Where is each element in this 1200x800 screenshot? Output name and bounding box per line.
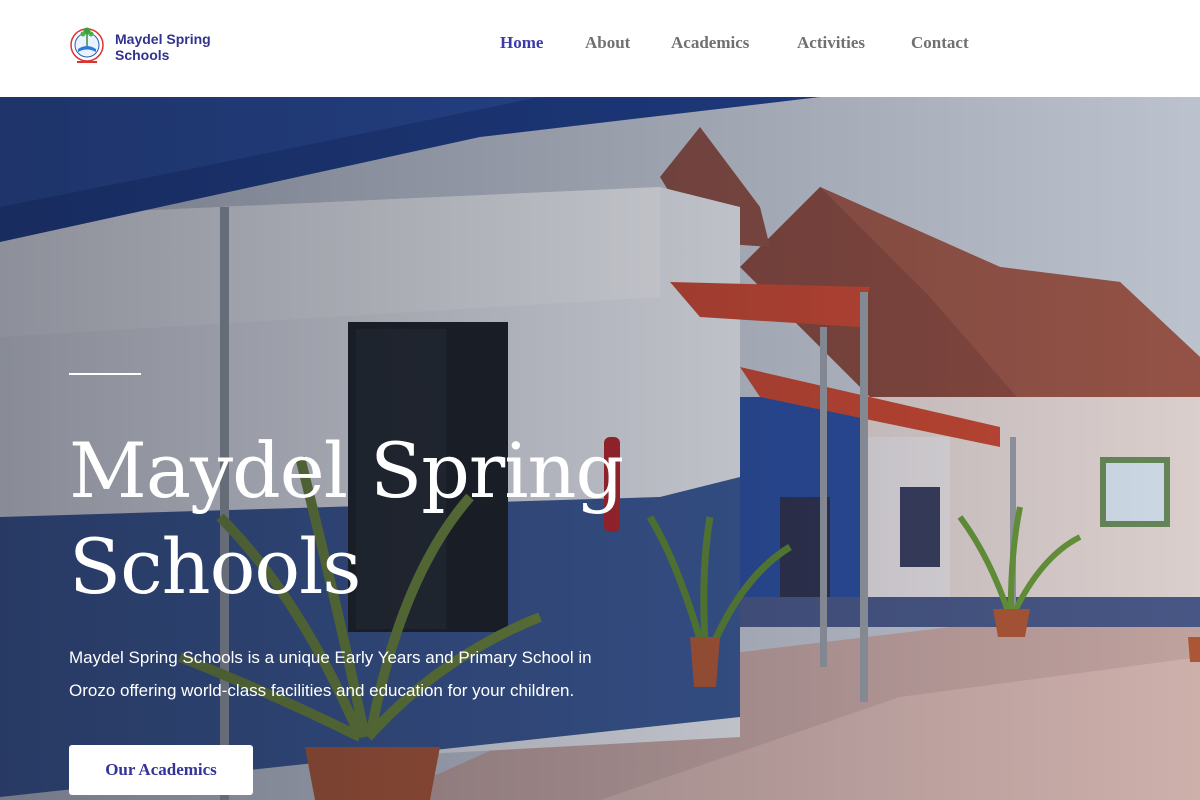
hero-title: Maydel Spring Schools	[69, 426, 624, 611]
nav-about[interactable]: About	[585, 33, 630, 53]
our-academics-button[interactable]: Our Academics	[69, 745, 253, 795]
nav-activities[interactable]: Activities	[797, 33, 865, 53]
nav-home[interactable]: Home	[500, 33, 543, 53]
main-nav: Home About Academics Activities Contact	[0, 33, 1200, 57]
hero-description: Maydel Spring Schools is a unique Early …	[69, 648, 592, 700]
nav-academics[interactable]: Academics	[671, 33, 749, 53]
nav-contact[interactable]: Contact	[911, 33, 969, 53]
site-header: Maydel Spring Schools Home About Academi…	[0, 0, 1200, 97]
hero-section: Maydel Spring Schools Maydel Spring Scho…	[0, 97, 1200, 800]
hero-divider	[69, 373, 141, 375]
